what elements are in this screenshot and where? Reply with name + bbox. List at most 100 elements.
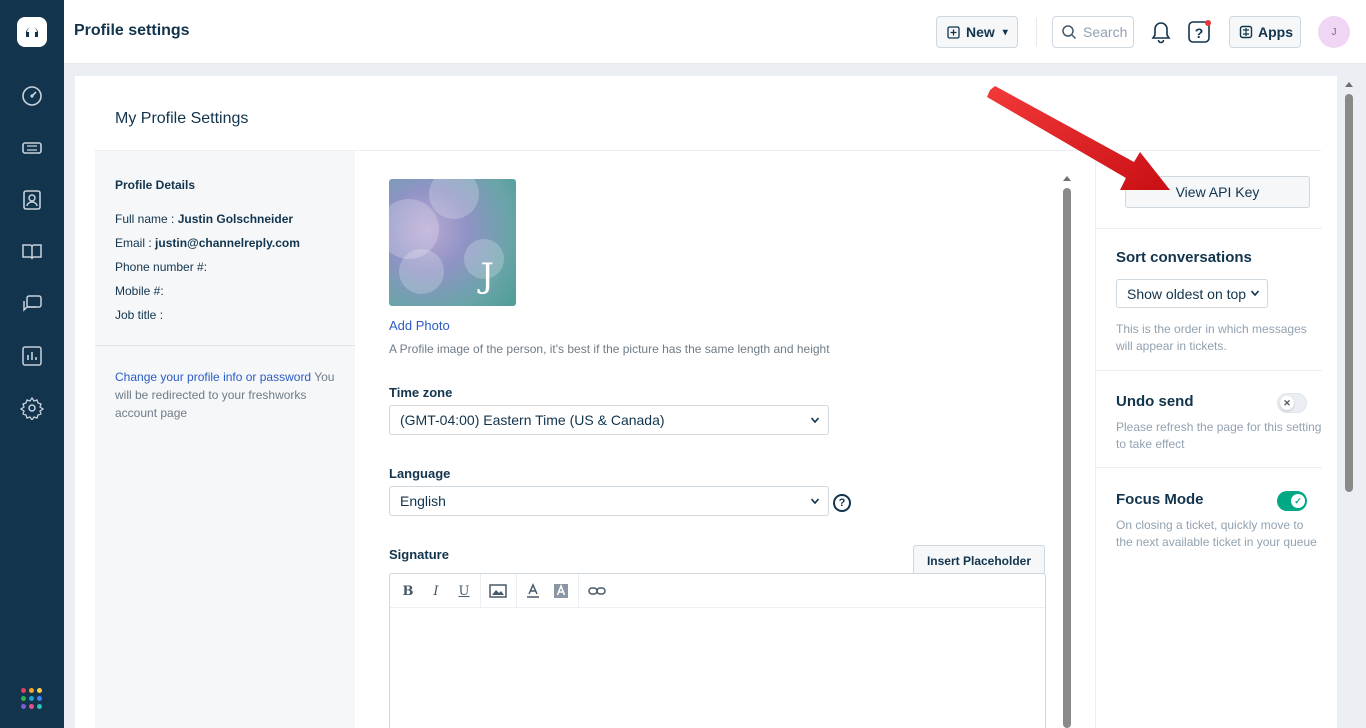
top-bar: Profile settings New ▾ Search ? Apps J (64, 0, 1366, 64)
editor-toolbar: B I U (390, 574, 1045, 608)
sort-conversations-title: Sort conversations (1116, 249, 1252, 266)
preferences-panel: View API Key Sort conversations Show old… (1095, 151, 1322, 728)
language-value: English (400, 493, 446, 509)
signature-label: Signature (389, 547, 449, 562)
preferences-divider (1096, 370, 1322, 371)
mobile-label: Mobile #: (115, 284, 164, 298)
job-title-label: Job title : (115, 308, 164, 322)
full-name-value: Justin Golschneider (177, 212, 294, 226)
preferences-divider (1096, 228, 1322, 229)
email-label: Email : (115, 236, 152, 250)
chevron-down-icon (1250, 290, 1260, 297)
focus-mode-title: Focus Mode (1116, 491, 1204, 508)
profile-photo[interactable]: J (389, 179, 516, 306)
page-title: Profile settings (74, 22, 190, 39)
search-placeholder: Search (1083, 24, 1128, 40)
tickets-icon[interactable] (20, 136, 44, 160)
profile-details-card: Profile Details Full name : Justin Golsc… (95, 151, 355, 728)
toolbar-separator (480, 574, 481, 608)
add-photo-link[interactable]: Add Photo (389, 318, 450, 333)
italic-button[interactable]: I (426, 583, 446, 599)
help-icon[interactable]: ? (1187, 19, 1213, 45)
app-dot (29, 696, 34, 701)
app-dot (29, 704, 34, 709)
undo-send-desc: Please refresh the page for this setting… (1116, 420, 1322, 451)
chevron-down-icon (810, 417, 820, 424)
profile-details-heading: Profile Details (115, 178, 196, 192)
underline-button[interactable]: U (454, 583, 474, 599)
undo-send-toggle[interactable]: ✕ (1277, 393, 1307, 413)
app-dot (21, 688, 26, 693)
profile-photo-letter: J (480, 256, 494, 296)
timezone-select[interactable]: (GMT-04:00) Eastern Time (US & Canada) (389, 405, 829, 435)
close-icon: ✕ (1280, 396, 1294, 410)
search-input[interactable]: Search (1052, 16, 1134, 48)
card-divider (95, 345, 355, 346)
app-dot (29, 688, 34, 693)
header-divider (1036, 18, 1037, 46)
timezone-label: Time zone (389, 385, 453, 400)
photo-hint: A Profile image of the person, it's best… (389, 342, 830, 356)
change-profile-note: Change your profile info or password You… (115, 368, 345, 422)
freshdesk-logo-icon[interactable] (17, 17, 47, 47)
phone-label: Phone number #: (115, 260, 208, 274)
insert-placeholder-button[interactable]: Insert Placeholder (913, 545, 1045, 575)
dashboard-icon[interactable] (20, 84, 44, 108)
page-scrollbar-thumb[interactable] (1345, 94, 1353, 492)
admin-icon[interactable] (20, 396, 44, 420)
change-profile-link[interactable]: Change your profile info or password (115, 370, 311, 384)
profile-form: J Add Photo A Profile image of the perso… (355, 151, 1075, 728)
email-value: justin@channelreply.com (155, 236, 300, 250)
apps-button-label: Apps (1258, 24, 1293, 40)
language-label: Language (389, 466, 451, 481)
apps-button[interactable]: Apps (1229, 16, 1301, 48)
notifications-bell-icon[interactable] (1150, 20, 1172, 44)
app-dot (37, 688, 42, 693)
background-color-icon[interactable] (551, 583, 571, 599)
left-nav-rail (0, 0, 64, 728)
signature-editor[interactable]: B I U (389, 573, 1046, 728)
timezone-value: (GMT-04:00) Eastern Time (US & Canada) (400, 412, 665, 428)
font-color-icon[interactable] (523, 583, 543, 599)
form-scrollbar[interactable] (1063, 176, 1071, 728)
focus-mode-toggle[interactable]: ✓ (1277, 491, 1307, 511)
toolbar-separator (516, 574, 517, 608)
form-scrollbar-thumb[interactable] (1063, 188, 1071, 728)
page-scrollbar[interactable] (1342, 76, 1356, 728)
apps-icon (1239, 25, 1253, 39)
discussions-icon[interactable] (20, 292, 44, 316)
reports-icon[interactable] (20, 344, 44, 368)
sort-conversations-value: Show oldest on top (1127, 285, 1247, 302)
bold-button[interactable]: B (398, 583, 418, 599)
svg-text:?: ? (1195, 25, 1204, 41)
toolbar-separator (578, 574, 579, 608)
scroll-up-icon[interactable] (1063, 176, 1071, 181)
user-avatar[interactable]: J (1318, 16, 1350, 48)
scroll-up-icon[interactable] (1345, 82, 1353, 87)
plus-square-icon (947, 25, 960, 39)
app-dot (21, 704, 26, 709)
app-dot (21, 696, 26, 701)
section-title: My Profile Settings (115, 110, 249, 127)
app-switcher-icon[interactable] (21, 688, 43, 710)
new-button[interactable]: New ▾ (936, 16, 1018, 48)
sort-conversations-select[interactable]: Show oldest on top (1116, 279, 1268, 308)
language-help-icon[interactable]: ? (833, 494, 851, 512)
profile-settings-panel: My Profile Settings Profile Details Full… (75, 76, 1337, 728)
email-row: Email : justin@channelreply.com (115, 236, 300, 250)
solutions-icon[interactable] (20, 240, 44, 264)
undo-send-title: Undo send (1116, 393, 1194, 410)
search-icon (1062, 25, 1077, 40)
language-select[interactable]: English (389, 486, 829, 516)
app-dot (37, 696, 42, 701)
check-icon: ✓ (1291, 494, 1305, 508)
link-icon[interactable] (587, 583, 607, 599)
insert-image-icon[interactable] (488, 583, 508, 599)
contacts-icon[interactable] (20, 188, 44, 212)
preferences-divider (1096, 467, 1322, 468)
view-api-key-button[interactable]: View API Key (1125, 176, 1310, 208)
sort-conversations-desc: This is the order in which messages will… (1116, 322, 1307, 353)
new-button-label: New (966, 24, 995, 40)
full-name-label: Full name : (115, 212, 175, 226)
chevron-down-icon: ▾ (1002, 26, 1008, 38)
